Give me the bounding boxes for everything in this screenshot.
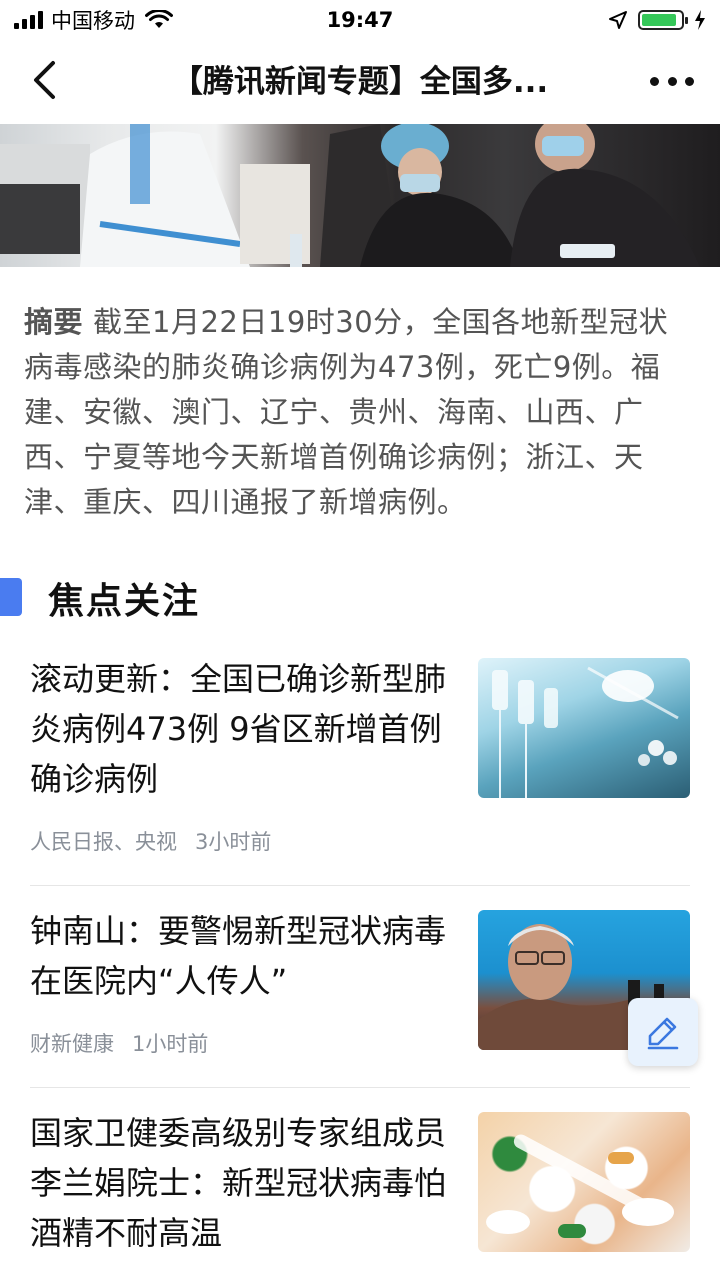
news-thumbnail <box>478 658 690 798</box>
edit-button[interactable] <box>628 998 698 1066</box>
news-thumbnail <box>478 1112 690 1252</box>
news-meta: 人民日报、央视 3小时前 <box>30 826 271 856</box>
summary-body: 截至1月22日19时30分，全国各地新型冠状病毒感染的肺炎确诊病例为473例，死… <box>24 305 669 519</box>
battery-fill <box>642 14 677 26</box>
summary-text: 摘要 截至1月22日19时30分，全国各地新型冠状病毒感染的肺炎确诊病例为473例… <box>24 300 696 525</box>
hero-photo <box>0 124 700 267</box>
news-item[interactable]: 钟南山：要警惕新型冠状病毒在医院内“人传人” 财新健康 1小时前 <box>0 904 720 1084</box>
page-title: 【腾讯新闻专题】全国多... <box>171 64 549 100</box>
section-title: 焦点关注 <box>48 581 201 622</box>
news-meta: 财新健康 1小时前 <box>30 1028 208 1058</box>
nav-bar: 【腾讯新闻专题】全国多... <box>0 40 720 124</box>
back-button[interactable] <box>22 58 66 102</box>
divider <box>30 885 690 886</box>
news-title: 国家卫健委高级别专家组成员李兰娟院士：新型冠状病毒怕酒精不耐高温 <box>30 1114 447 1252</box>
hero-image <box>0 124 720 267</box>
wifi-icon <box>145 10 173 28</box>
thumbnail-photo <box>492 666 679 798</box>
signal-icon <box>14 11 43 29</box>
carrier-name: 中国移动 <box>51 9 135 33</box>
news-title: 钟南山：要警惕新型冠状病毒在医院内“人传人” <box>30 912 447 1000</box>
chevron-left-icon <box>34 61 55 99</box>
news-title: 滚动更新：全国已确诊新型肺炎病例473例 9省区新增首例确诊病例 <box>30 660 447 798</box>
more-dots-icon <box>650 76 659 86</box>
news-time: 3小时前 <box>195 830 272 854</box>
status-bar: 中国移动 19:47 <box>0 0 720 40</box>
thumbnail-photo <box>486 1134 674 1238</box>
location-arrow-icon <box>609 11 627 29</box>
news-time: 1小时前 <box>132 1032 209 1056</box>
news-item[interactable]: 滚动更新：全国已确诊新型肺炎病例473例 9省区新增首例确诊病例 人民日报、央视… <box>0 652 720 884</box>
charging-bolt-icon <box>695 10 705 30</box>
pencil-icon <box>647 1017 679 1050</box>
news-item[interactable]: 国家卫健委高级别专家组成员李兰娟院士：新型冠状病毒怕酒精不耐高温 <box>0 1106 720 1280</box>
section-accent-bar <box>0 578 22 616</box>
news-source: 财新健康 <box>30 1032 114 1056</box>
divider <box>30 1087 690 1088</box>
summary-tag: 摘要 <box>24 305 84 339</box>
more-button[interactable] <box>650 66 694 96</box>
news-source: 人民日报、央视 <box>30 830 177 854</box>
battery-icon <box>638 10 688 30</box>
